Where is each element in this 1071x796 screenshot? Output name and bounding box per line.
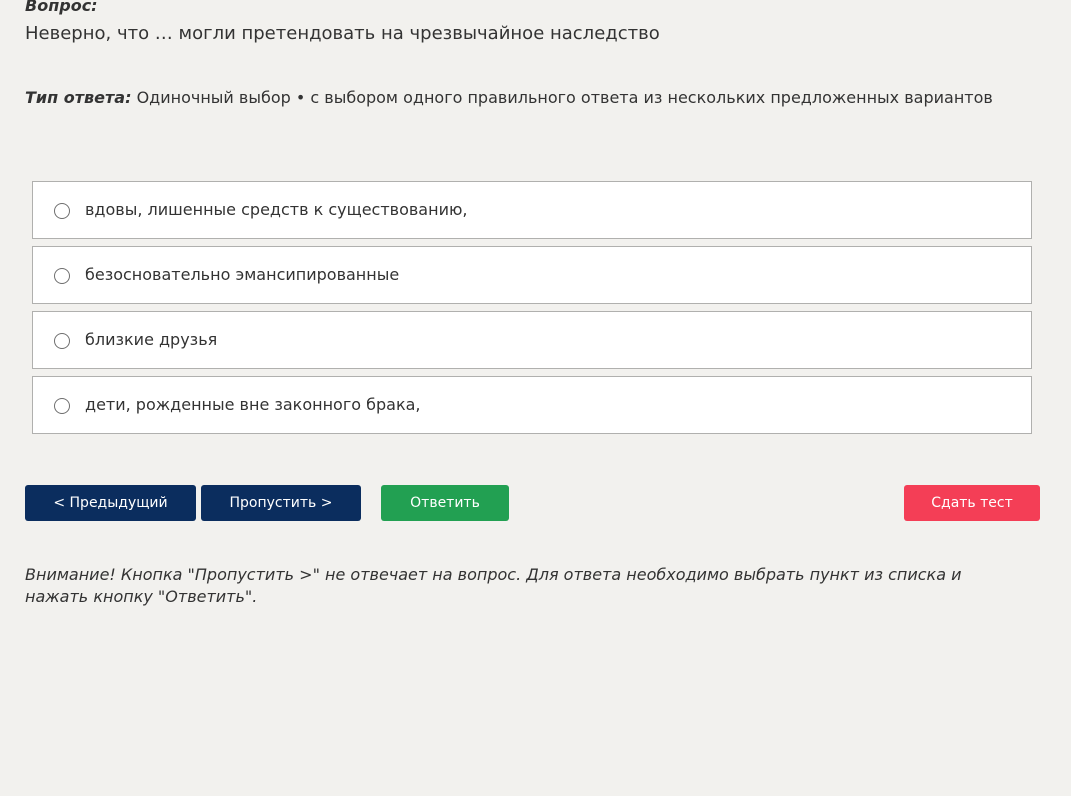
- radio-button[interactable]: [54, 333, 70, 349]
- radio-button[interactable]: [54, 268, 70, 284]
- previous-button[interactable]: < Предыдущий: [25, 485, 196, 521]
- answer-option-label: вдовы, лишенные средств к существованию,: [85, 200, 468, 219]
- answer-button[interactable]: Ответить: [381, 485, 509, 521]
- answer-options-list: вдовы, лишенные средств к существованию,…: [32, 181, 1032, 441]
- radio-button[interactable]: [54, 398, 70, 414]
- answer-option-label: безосновательно эмансипированные: [85, 265, 400, 284]
- radio-button[interactable]: [54, 203, 70, 219]
- answer-type-value: Одиночный выбор • с выбором одного прави…: [136, 88, 993, 107]
- answer-option-label: дети, рожденные вне законного брака,: [85, 395, 421, 414]
- answer-option[interactable]: дети, рожденные вне законного брака,: [32, 376, 1032, 434]
- submit-test-button[interactable]: Сдать тест: [904, 485, 1040, 521]
- answer-type-label: Тип ответа:: [25, 88, 132, 107]
- answer-option[interactable]: близкие друзья: [32, 311, 1032, 369]
- answer-option[interactable]: безосновательно эмансипированные: [32, 246, 1032, 304]
- answer-option[interactable]: вдовы, лишенные средств к существованию,: [32, 181, 1032, 239]
- question-label: Вопрос:: [25, 0, 98, 15]
- question-text: Неверно, что … могли претендовать на чре…: [25, 23, 660, 44]
- skip-button[interactable]: Пропустить >: [201, 485, 361, 521]
- answer-type: Тип ответа: Одиночный выбор • с выбором …: [25, 87, 993, 109]
- warning-notice: Внимание! Кнопка "Пропустить >" не отвеч…: [25, 565, 962, 606]
- answer-option-label: близкие друзья: [85, 330, 218, 349]
